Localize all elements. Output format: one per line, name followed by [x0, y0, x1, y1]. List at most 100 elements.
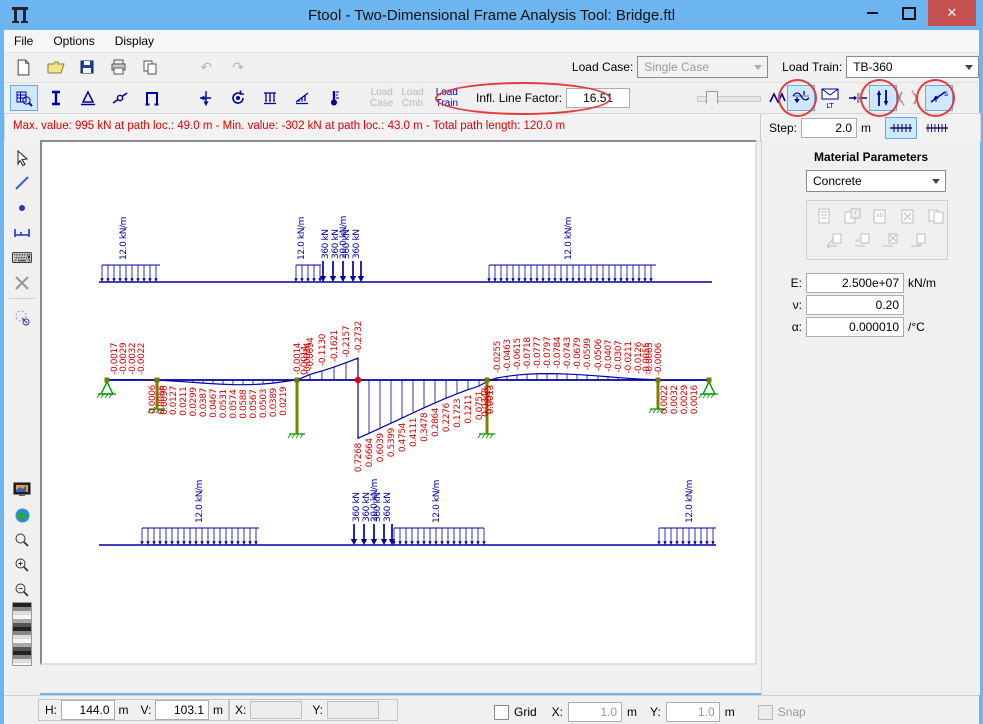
apply-section-icon[interactable]	[825, 233, 843, 249]
member-tool-button[interactable]	[8, 171, 36, 195]
step-marks-dense-button[interactable]	[921, 117, 953, 139]
thermal-coeff-label: α:	[784, 320, 802, 334]
maximize-button[interactable]	[892, 0, 926, 26]
material-new-icon[interactable]	[815, 208, 833, 224]
v-input[interactable]: 103.1	[155, 700, 209, 720]
frame-button[interactable]	[138, 85, 166, 111]
poisson-input[interactable]: 0.20	[806, 295, 904, 315]
infl-line-factor-input[interactable]: 16.51	[566, 88, 630, 108]
load-train-toolbar-button[interactable]: Load Train	[436, 87, 458, 109]
moment-load-icon	[229, 89, 247, 107]
il-value-label: 0.0387	[199, 388, 209, 417]
il-value-label: -0.2732	[354, 321, 364, 353]
infl-line-factor-label: Infl. Line Factor:	[476, 91, 562, 105]
print-button[interactable]	[105, 54, 133, 80]
fit-world-button[interactable]	[8, 503, 36, 527]
cursor-coords-group: X: Y:	[228, 699, 398, 721]
new-file-button[interactable]	[10, 54, 38, 80]
grid-checkbox[interactable]	[494, 705, 509, 720]
node-square	[656, 378, 661, 383]
material-delete-icon[interactable]	[899, 208, 917, 224]
snap-checkbox[interactable]	[758, 705, 773, 720]
zigzag-icon	[769, 90, 787, 106]
keyboard-input-button[interactable]: ⌨	[8, 246, 36, 270]
il-value-label: 0.0531	[219, 389, 229, 418]
h-input[interactable]: 144.0	[61, 700, 115, 720]
node-tool-button[interactable]	[8, 196, 36, 220]
transform-tool-button[interactable]	[8, 306, 36, 330]
zoom-out-button[interactable]	[8, 578, 36, 602]
copy-button[interactable]	[137, 54, 165, 80]
display-scale-slider[interactable]	[697, 96, 761, 102]
uniform-load-button[interactable]	[256, 85, 284, 111]
save-button[interactable]	[73, 54, 101, 80]
linear-load-icon	[293, 89, 311, 107]
open-file-button[interactable]	[42, 54, 70, 80]
train-arrowhead	[351, 539, 357, 545]
material-save-icon[interactable]	[843, 208, 861, 224]
slider-thumb[interactable]	[706, 91, 718, 109]
minimize-button[interactable]	[855, 0, 889, 26]
load-train-value: TB-360	[853, 60, 892, 74]
moment-load-button[interactable]	[224, 85, 252, 111]
train-load-label: 360 kN	[352, 492, 362, 522]
undo-button[interactable]: ↶	[193, 54, 221, 80]
v-unit: m	[213, 703, 223, 717]
il-value-label: 0.0588	[239, 389, 249, 419]
load-case-toolbar-button[interactable]: Load Case	[370, 87, 393, 109]
grid-y-input[interactable]: 1.0	[666, 702, 720, 722]
model-canvas[interactable]: 12.0 kN/m12.0 kN/m12.0 kN/m360 kN360 kN2…	[40, 140, 757, 665]
temperature-button[interactable]	[320, 85, 348, 111]
grid-x-input[interactable]: 1.0	[568, 702, 622, 722]
h-unit: m	[119, 703, 129, 717]
material-select[interactable]: Concrete	[806, 170, 946, 192]
train-load-label: 360 kN	[321, 229, 331, 259]
hinge-button[interactable]	[106, 85, 134, 111]
load-cmb-toolbar-button[interactable]: Load Cmb	[401, 87, 423, 109]
step-input[interactable]: 2.0	[801, 118, 857, 138]
axial-force-button[interactable]	[844, 85, 872, 111]
load-case-select[interactable]: Single Case	[637, 56, 768, 78]
delete-tool-button[interactable]	[8, 271, 36, 295]
e-modulus-input[interactable]: 2.500e+07	[806, 273, 904, 293]
step-marks-button[interactable]	[885, 117, 917, 139]
menu-file[interactable]: File	[4, 30, 43, 52]
main-area: ⌨	[4, 140, 979, 695]
material-copy-icon[interactable]	[927, 208, 945, 224]
section-properties-button[interactable]	[42, 85, 70, 111]
load-train-select[interactable]: TB-360	[846, 56, 979, 78]
axial-force-icon	[848, 89, 868, 107]
nodal-load-button[interactable]	[192, 85, 220, 111]
apply-all-icon[interactable]: all	[853, 233, 871, 249]
thermometer-icon	[325, 89, 343, 107]
material-rename-icon[interactable]: ab	[871, 208, 889, 224]
apply-selection-icon[interactable]	[909, 233, 927, 249]
menu-display[interactable]: Display	[105, 30, 164, 52]
section-result-button[interactable]: s	[925, 85, 953, 111]
zoom-in-button[interactable]	[8, 553, 36, 577]
shear-force-button[interactable]	[869, 85, 897, 111]
mode-toolbar: Load Case Load Cmb Load Train Infl. Line…	[4, 82, 979, 114]
select-tool-button[interactable]	[8, 146, 36, 170]
zoom-window-button[interactable]	[8, 528, 36, 552]
grayscale-strip[interactable]	[12, 602, 32, 666]
il-value-label: 0.3478	[420, 412, 430, 442]
il-value-label: 0.6664	[365, 438, 375, 468]
dimension-tool-button[interactable]	[8, 221, 36, 245]
remove-from-selection-icon[interactable]	[881, 233, 899, 249]
load-train-envelope-button[interactable]: LT	[816, 85, 844, 111]
redo-button[interactable]: ↷	[224, 54, 252, 80]
distributed-load-label: 12.0 kN/m	[432, 480, 442, 523]
grid-x-unit: m	[627, 705, 637, 719]
display-options-button[interactable]	[8, 478, 36, 502]
edit-select-mode-button[interactable]	[10, 85, 38, 111]
linear-load-button[interactable]	[288, 85, 316, 111]
menu-options[interactable]: Options	[43, 30, 104, 52]
close-button[interactable]: ✕	[928, 0, 976, 26]
thermal-coeff-input[interactable]: 0.000010	[806, 317, 904, 337]
bending-moment-button[interactable]	[894, 85, 922, 111]
supports-button[interactable]	[74, 85, 102, 111]
section-result-icon: s	[929, 88, 949, 108]
il-value-label: 0.0211	[179, 387, 189, 416]
influence-line-display-button[interactable]	[787, 85, 815, 111]
